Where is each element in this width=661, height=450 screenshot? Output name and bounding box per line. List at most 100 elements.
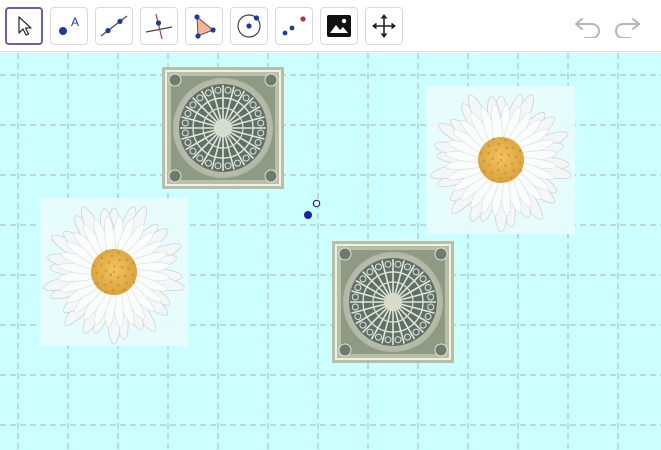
rose-window-corner-ornament <box>168 169 182 183</box>
daisy-seed <box>483 169 487 173</box>
daisy-seed <box>100 256 104 259</box>
daisy-seed <box>113 264 116 268</box>
rose-window-corner-ornament <box>168 73 182 87</box>
daisy-seed <box>487 144 491 147</box>
toolbar: A <box>0 0 661 52</box>
daisy-top-right[interactable] <box>427 86 575 234</box>
daisy-seed <box>519 149 522 153</box>
daisy-left[interactable] <box>40 198 188 346</box>
arrow-pointer-icon <box>18 16 32 36</box>
rose-window-corner-ornament <box>264 73 278 87</box>
daisy-seed <box>494 148 498 152</box>
daisy-seed <box>122 288 126 291</box>
point-icon: A <box>59 15 79 35</box>
two-points-tool-button[interactable] <box>275 7 313 45</box>
daisy-seed <box>487 151 490 155</box>
daisy-seed <box>504 139 507 142</box>
daisy-seed <box>509 176 513 179</box>
two-points-icon <box>282 16 306 36</box>
daisy-seed <box>95 271 99 275</box>
daisy-seed <box>118 258 121 262</box>
point-filled[interactable] <box>304 211 312 219</box>
daisy-seed <box>492 137 495 141</box>
polygon-tool-button[interactable] <box>185 7 223 45</box>
daisy-seed <box>519 169 523 172</box>
circle-icon <box>237 14 261 38</box>
daisy-seed <box>117 251 120 254</box>
daisy-seed <box>491 178 494 182</box>
daisy-seed <box>504 164 507 167</box>
daisy-seed <box>132 261 135 265</box>
daisy-seed <box>518 161 522 164</box>
graphics-canvas[interactable] <box>0 53 661 450</box>
point-hollow[interactable] <box>312 199 321 208</box>
daisy-seed <box>497 142 501 146</box>
daisy-seed <box>107 260 111 264</box>
daisy-seed <box>125 281 129 284</box>
daisy-seed <box>512 146 515 149</box>
image-icon <box>327 15 351 37</box>
graphics-view[interactable] <box>0 53 661 450</box>
move-graphics-view-tool-button[interactable] <box>365 7 403 45</box>
rose-window-corner-ornament <box>434 247 448 261</box>
redo-icon <box>615 18 640 38</box>
daisy-seed <box>514 155 517 158</box>
daisy-seed <box>112 270 116 274</box>
daisy-seed <box>116 283 120 287</box>
line-tool-button[interactable] <box>95 7 133 45</box>
daisy-seed <box>101 275 104 279</box>
daisy-seed <box>104 290 107 294</box>
daisy-seed <box>104 269 108 272</box>
daisy-seed <box>499 158 503 162</box>
rose-window-corner-ornament <box>434 343 448 357</box>
daisy-seed <box>125 258 128 261</box>
daisy-seed <box>503 171 507 175</box>
polygon-icon <box>194 14 216 39</box>
daisy-seed <box>490 171 494 175</box>
rose-window-corner-ornament <box>264 169 278 183</box>
image-tool-button[interactable] <box>320 7 358 45</box>
daisy-seed <box>109 273 113 277</box>
daisy-seed <box>482 159 486 163</box>
daisy-seed <box>496 161 500 165</box>
daisy-seed <box>479 152 483 155</box>
point-tool-label: A <box>71 15 79 29</box>
daisy-seed <box>491 157 495 160</box>
daisy-seed <box>132 281 136 284</box>
rose-window-bottom[interactable] <box>332 241 454 363</box>
perpendicular-line-icon <box>145 13 173 40</box>
daisy-seed <box>105 249 108 253</box>
daisy-seed <box>510 162 514 166</box>
daisy-seed <box>92 264 96 267</box>
daisy-seed <box>111 288 115 292</box>
move-graphics-view-icon <box>372 14 396 38</box>
undo-icon <box>575 18 600 38</box>
daisy-seed <box>512 169 516 172</box>
daisy-seed <box>497 168 500 172</box>
rose-window-hub <box>214 119 232 137</box>
point-tool-button[interactable]: A <box>50 7 88 45</box>
daisy-seed <box>110 280 113 284</box>
daisy-seed <box>100 263 103 267</box>
rose-window-corner-ornament <box>338 343 352 357</box>
redo-button[interactable] <box>612 12 642 40</box>
daisy-seed <box>505 146 508 150</box>
line-icon <box>100 15 128 37</box>
daisy-seed <box>117 276 120 279</box>
daisy-seed <box>110 254 114 258</box>
daisy-seed <box>488 163 491 167</box>
daisy-seed <box>96 281 100 285</box>
undo-button[interactable] <box>573 12 603 40</box>
rose-window-top[interactable] <box>162 67 284 189</box>
daisy-seed <box>507 153 511 157</box>
rose-window-hub <box>384 293 402 311</box>
rose-window-corner-ornament <box>338 247 352 261</box>
daisy-seed <box>123 274 127 278</box>
perpendicular-tool-button[interactable] <box>140 7 178 45</box>
move-tool-button[interactable] <box>5 7 43 45</box>
daisy-seed <box>103 283 107 287</box>
circle-tool-button[interactable] <box>230 7 268 45</box>
daisy-seed <box>498 176 502 180</box>
daisy-seed <box>131 273 135 276</box>
daisy-seed <box>120 265 124 269</box>
